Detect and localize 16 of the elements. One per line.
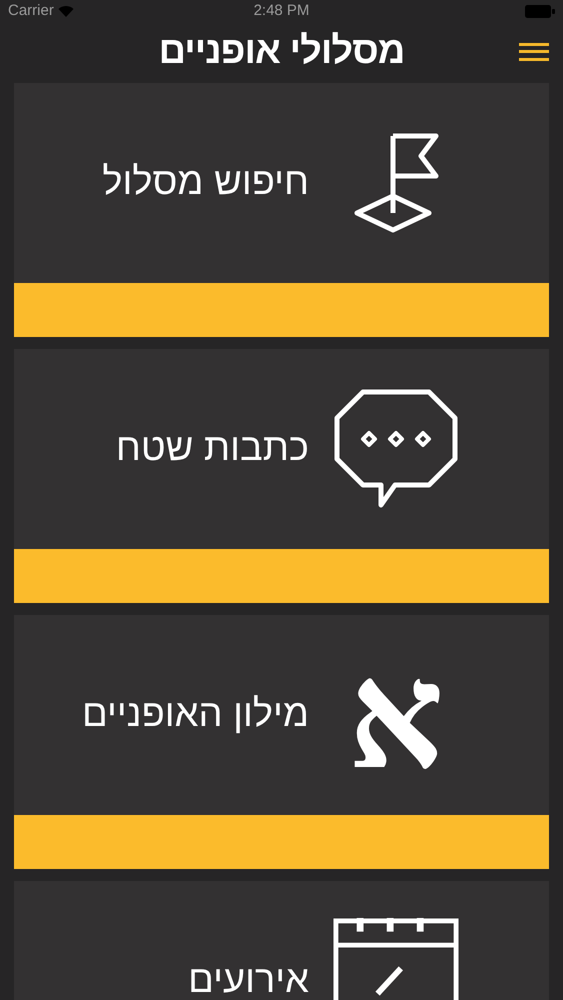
app-title: מסלולי אופניים bbox=[158, 28, 404, 74]
speech-bubble-icon bbox=[333, 388, 459, 508]
status-time: 2:48 PM bbox=[254, 1, 310, 21]
card-label: מילון האופניים bbox=[82, 692, 309, 737]
menu-card[interactable]: א מילון האופניים bbox=[14, 614, 549, 868]
wifi-icon bbox=[58, 5, 74, 18]
battery-icon bbox=[525, 4, 555, 18]
card-label: חיפוש מסלול bbox=[102, 160, 309, 205]
menu-card[interactable]: כתבות שטח bbox=[14, 348, 549, 602]
menu-button[interactable] bbox=[519, 40, 549, 62]
card-label: אירועים bbox=[188, 958, 309, 1000]
carrier-label: Carrier bbox=[8, 1, 54, 21]
card-label: כתבות שטח bbox=[116, 426, 309, 471]
aleph-icon: א bbox=[348, 640, 444, 790]
menu-card[interactable]: חיפוש מסלול bbox=[14, 82, 549, 336]
menu-card[interactable]: אירועים bbox=[14, 880, 549, 1000]
